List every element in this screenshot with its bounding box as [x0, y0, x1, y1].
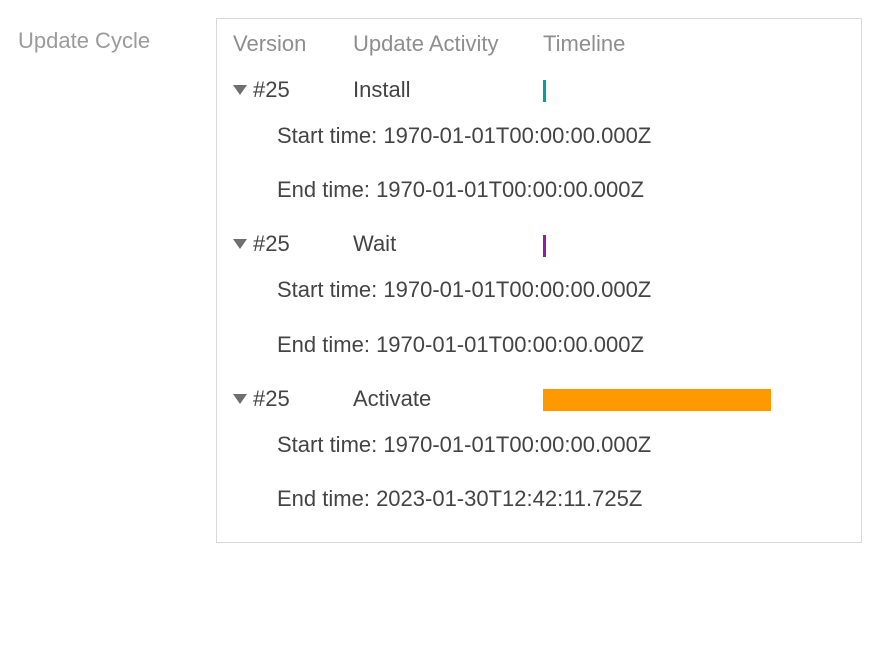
cycle-row[interactable]: #25 Install	[217, 71, 861, 109]
cycle-row[interactable]: #25 Activate	[217, 380, 861, 418]
header-timeline: Timeline	[543, 31, 845, 57]
activity-text: Activate	[353, 386, 543, 412]
activity-text: Install	[353, 77, 543, 103]
timeline-bar	[543, 389, 771, 411]
detail-start: Start time: 1970-01-01T00:00:00.000Z	[217, 418, 861, 472]
timeline-bar	[543, 235, 546, 257]
expand-toggle-icon[interactable]	[233, 394, 247, 404]
version-text: #25	[253, 386, 290, 412]
detail-start: Start time: 1970-01-01T00:00:00.000Z	[217, 263, 861, 317]
activity-text: Wait	[353, 231, 543, 257]
version-text: #25	[253, 231, 290, 257]
detail-end: End time: 2023-01-30T12:42:11.725Z	[217, 472, 861, 526]
timeline-bar	[543, 80, 546, 102]
section-label: Update Cycle	[18, 18, 198, 54]
header-row: Version Update Activity Timeline	[217, 25, 861, 63]
version-text: #25	[253, 77, 290, 103]
detail-end: End time: 1970-01-01T00:00:00.000Z	[217, 163, 861, 217]
cycle-row[interactable]: #25 Wait	[217, 225, 861, 263]
update-cycle-panel: Version Update Activity Timeline #25 Ins…	[216, 18, 862, 543]
detail-start: Start time: 1970-01-01T00:00:00.000Z	[217, 109, 861, 163]
detail-end: End time: 1970-01-01T00:00:00.000Z	[217, 318, 861, 372]
expand-toggle-icon[interactable]	[233, 239, 247, 249]
header-activity: Update Activity	[353, 31, 543, 57]
expand-toggle-icon[interactable]	[233, 85, 247, 95]
header-version: Version	[233, 31, 353, 57]
